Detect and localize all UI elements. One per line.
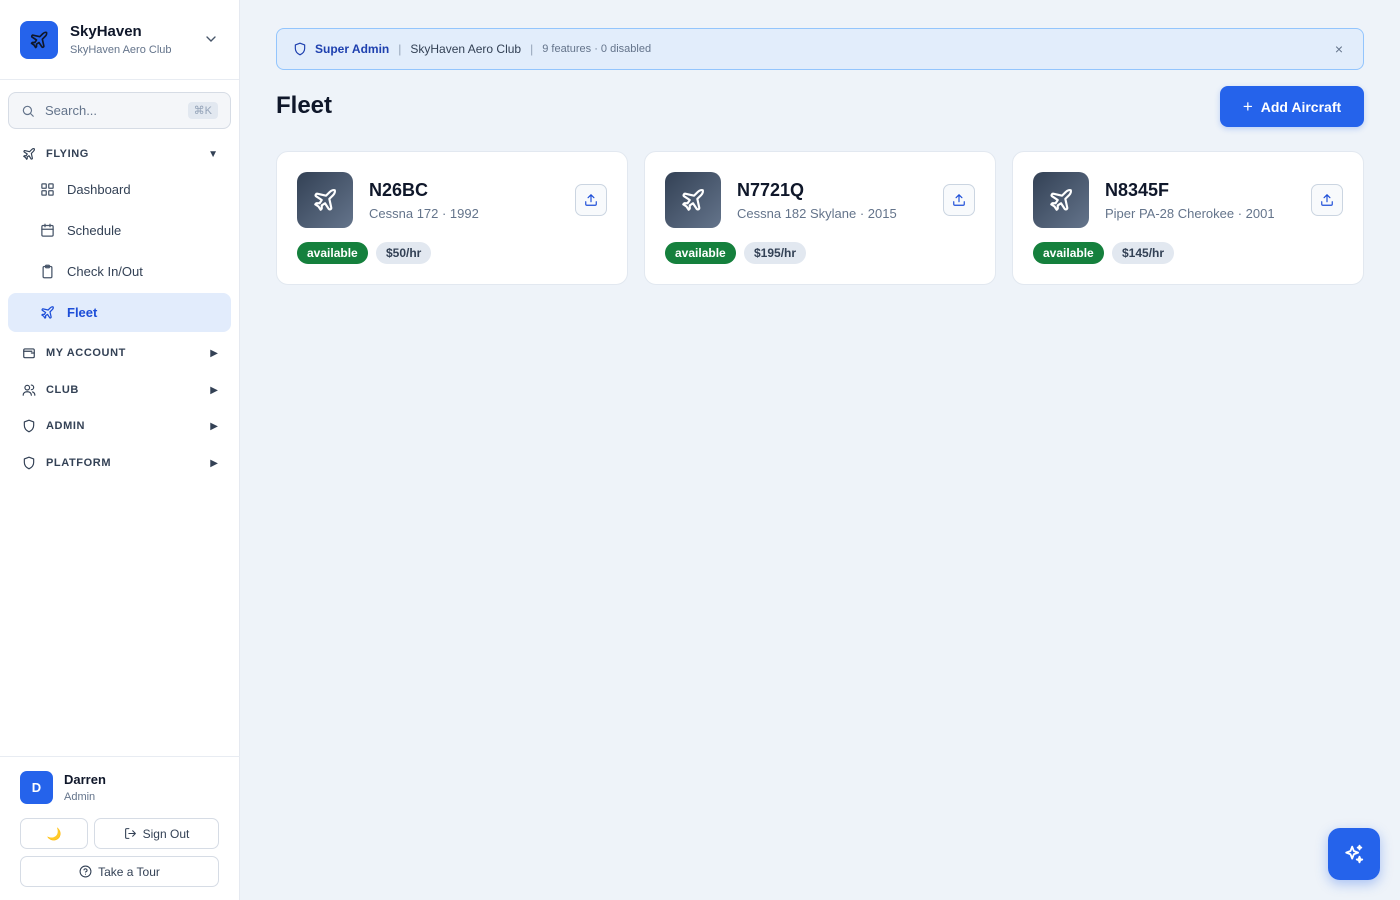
sidebar-item-label: Fleet xyxy=(67,305,98,320)
help-circle-icon xyxy=(79,865,92,878)
aircraft-card[interactable]: N7721Q Cessna 182 Skylane · 2015 availab… xyxy=(644,151,996,285)
aircraft-thumbnail xyxy=(665,172,721,228)
user-role: Admin xyxy=(64,791,96,803)
moon-icon: 🌙 xyxy=(46,826,62,841)
theme-toggle-button[interactable]: 🌙 xyxy=(20,818,88,849)
take-tour-label: Take a Tour xyxy=(98,864,160,879)
nav-section-label: PLATFORM xyxy=(46,457,112,469)
rate-badge: $145/hr xyxy=(1112,242,1175,264)
triangle-right-icon: ▶ xyxy=(210,457,218,469)
nav-section-label: FLYING xyxy=(46,148,89,160)
aircraft-model: Cessna 172 · 1992 xyxy=(369,206,479,221)
sidebar-item-label: Schedule xyxy=(67,223,122,238)
users-icon xyxy=(22,384,36,396)
aircraft-tail-number: N26BC xyxy=(369,180,429,200)
calendar-icon xyxy=(41,223,54,237)
status-badge: available xyxy=(1033,242,1104,264)
sidebar-item-label: Check In/Out xyxy=(67,264,143,279)
rate-badge: $50/hr xyxy=(376,242,432,264)
sidebar-item-dashboard[interactable]: Dashboard xyxy=(8,170,231,209)
banner-role: Super Admin xyxy=(315,42,390,56)
nav-section-label: ADMIN xyxy=(46,420,86,432)
triangle-down-icon: ▼ xyxy=(208,148,218,160)
add-aircraft-label: Add Aircraft xyxy=(1260,98,1342,115)
sidebar-item-label: Dashboard xyxy=(67,182,131,197)
aircraft-card[interactable]: N8345F Piper PA-28 Cherokee · 2001 avail… xyxy=(1012,151,1364,285)
close-icon[interactable]: × xyxy=(1335,41,1343,57)
clipboard-icon xyxy=(42,264,53,279)
take-tour-button[interactable]: Take a Tour xyxy=(20,856,219,887)
sidebar-footer: D Darren Admin 🌙 Sign Out Take a Tour xyxy=(0,756,240,900)
plane-icon xyxy=(41,306,54,319)
upload-icon xyxy=(1321,194,1333,206)
plane-logo-icon xyxy=(20,20,58,59)
plus-icon: + xyxy=(1242,96,1253,116)
status-badge: available xyxy=(297,242,368,264)
banner-club: SkyHaven Aero Club xyxy=(410,42,522,56)
aircraft-thumbnail xyxy=(1033,172,1089,228)
nav-section-label: CLUB xyxy=(46,384,79,396)
nav-section-flying[interactable]: FLYING ▼ xyxy=(0,142,240,166)
upload-icon xyxy=(585,194,597,206)
banner-divider: | xyxy=(398,42,402,56)
nav-section-label: MY ACCOUNT xyxy=(46,347,126,359)
triangle-right-icon: ▶ xyxy=(210,347,218,359)
nav-section-club[interactable]: CLUB ▶ xyxy=(0,378,240,402)
shield-icon xyxy=(23,419,35,433)
avatar: D xyxy=(20,771,53,804)
sidebar-item-schedule[interactable]: Schedule xyxy=(8,211,231,250)
grid-icon xyxy=(41,183,54,196)
sidebar: SkyHaven SkyHaven Aero Club Search... ⌘K… xyxy=(0,0,240,900)
search-input[interactable]: Search... ⌘K xyxy=(8,92,231,129)
sign-out-button[interactable]: Sign Out xyxy=(94,818,219,849)
aircraft-tail-number: N7721Q xyxy=(737,180,805,200)
search-icon xyxy=(22,105,34,117)
plane-icon xyxy=(23,148,35,160)
user-profile[interactable]: D Darren Admin xyxy=(20,771,106,804)
sign-out-label: Sign Out xyxy=(142,826,190,841)
ai-assistant-button[interactable] xyxy=(1328,828,1380,880)
upload-photo-button[interactable] xyxy=(575,184,607,216)
rate-badge: $195/hr xyxy=(744,242,807,264)
plane-icon xyxy=(682,188,705,211)
upload-icon xyxy=(953,194,965,206)
sparkles-icon xyxy=(1345,844,1364,864)
wallet-icon xyxy=(23,348,35,359)
banner-stats: 9 features · 0 disabled xyxy=(542,43,652,55)
brand-name: SkyHaven xyxy=(70,23,142,40)
nav-section-platform[interactable]: PLATFORM ▶ xyxy=(0,451,240,475)
sign-out-icon xyxy=(124,828,136,839)
triangle-right-icon: ▶ xyxy=(210,420,218,432)
banner-divider: | xyxy=(530,42,534,56)
triangle-right-icon: ▶ xyxy=(210,384,218,396)
search-shortcut-badge: ⌘K xyxy=(187,102,218,119)
sidebar-item-fleet[interactable]: Fleet xyxy=(8,293,231,332)
upload-photo-button[interactable] xyxy=(943,184,975,216)
nav-section-admin[interactable]: ADMIN ▶ xyxy=(0,414,240,438)
nav-section-my-account[interactable]: MY ACCOUNT ▶ xyxy=(0,341,240,365)
shield-icon xyxy=(294,42,306,56)
aircraft-tail-number: N8345F xyxy=(1105,180,1170,200)
add-aircraft-button[interactable]: + Add Aircraft xyxy=(1220,86,1364,127)
chevron-down-icon[interactable] xyxy=(203,31,219,47)
brand-subtitle: SkyHaven Aero Club xyxy=(70,44,172,56)
context-banner: Super Admin | SkyHaven Aero Club | 9 fea… xyxy=(276,28,1364,70)
search-placeholder: Search... xyxy=(45,103,98,118)
aircraft-card[interactable]: N26BC Cessna 172 · 1992 available $50/hr xyxy=(276,151,628,285)
page-title: Fleet xyxy=(276,92,333,119)
sidebar-item-check-in-out[interactable]: Check In/Out xyxy=(8,252,231,291)
plane-icon xyxy=(1050,188,1073,211)
aircraft-model: Cessna 182 Skylane · 2015 xyxy=(737,206,897,221)
upload-photo-button[interactable] xyxy=(1311,184,1343,216)
aircraft-model: Piper PA-28 Cherokee · 2001 xyxy=(1105,206,1275,221)
shield-icon xyxy=(23,456,35,470)
plane-icon xyxy=(314,188,337,211)
aircraft-thumbnail xyxy=(297,172,353,228)
status-badge: available xyxy=(665,242,736,264)
club-switcher[interactable]: SkyHaven SkyHaven Aero Club xyxy=(0,0,239,80)
user-name: Darren xyxy=(64,772,106,787)
